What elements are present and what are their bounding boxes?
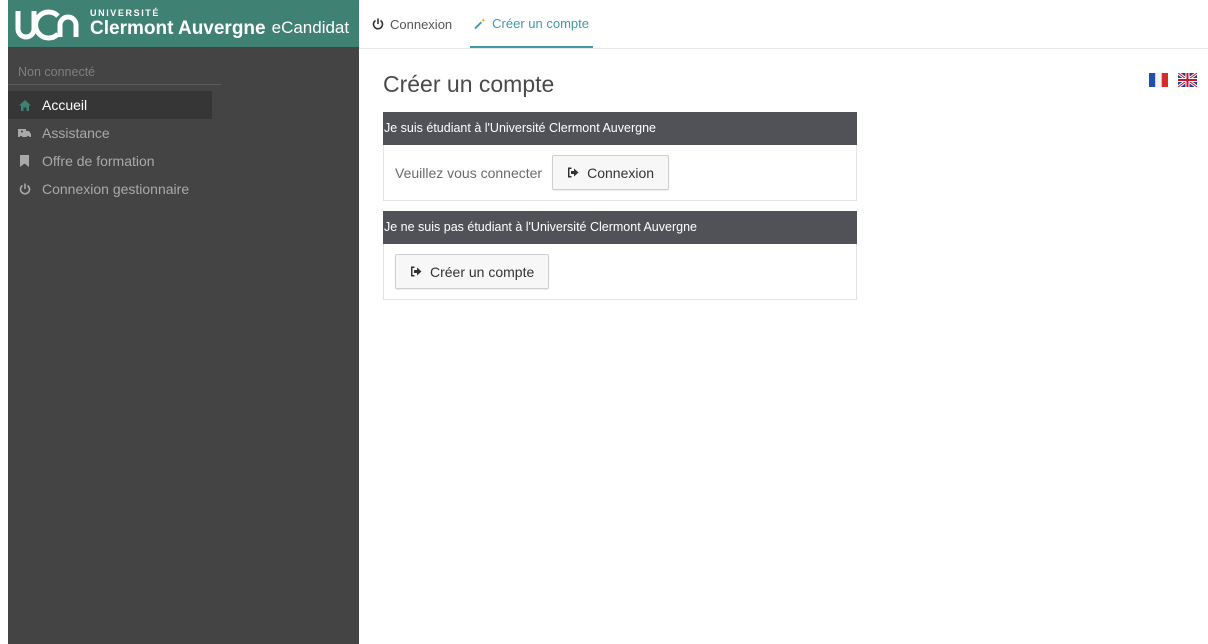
connexion-button[interactable]: Connexion (552, 155, 670, 190)
panel-external: Je ne suis pas étudiant à l'Université C… (383, 211, 857, 300)
tab-creer-un-compte[interactable]: Créer un compte (470, 0, 593, 48)
login-hint: Veuillez vous connecter (395, 164, 543, 181)
creer-un-compte-button[interactable]: Créer un compte (395, 254, 550, 289)
ambulance-icon (18, 127, 31, 140)
sidebar-item-offre-de-formation[interactable]: Offre de formation (8, 147, 212, 175)
fr-flag-icon[interactable] (1149, 73, 1168, 87)
sign-in-icon (567, 167, 579, 179)
power-icon (372, 18, 384, 30)
uca-logo (15, 9, 79, 40)
sidebar-item-label: Offre de formation (42, 153, 155, 169)
university-label: UNIVERSITÉ (90, 8, 161, 18)
page-title: Créer un compte (383, 71, 555, 97)
bookmark-icon (18, 155, 31, 168)
sidebar-item-connexion-gestionnaire[interactable]: Connexion gestionnaire (8, 175, 212, 203)
brand-header[interactable]: UNIVERSITÉ Clermont Auvergne eCandidat (8, 0, 359, 47)
sidebar-menu: Accueil Assistance Offre de formation Co… (8, 91, 359, 203)
panel-heading: Je ne suis pas étudiant à l'Université C… (383, 211, 857, 244)
panel-body: Veuillez vous connecter Connexion (384, 145, 856, 200)
tab-label: Connexion (390, 16, 453, 32)
tab-label: Créer un compte (492, 15, 589, 31)
en-flag-icon[interactable] (1178, 73, 1197, 87)
panel-student: Je suis étudiant à l'Université Clermont… (383, 112, 857, 201)
magic-wand-icon (474, 17, 486, 29)
language-switcher (1149, 73, 1197, 87)
page-edge (0, 0, 8, 644)
panel-body: Créer un compte (384, 244, 856, 299)
sign-in-icon (410, 266, 422, 278)
button-label: Connexion (587, 164, 655, 181)
brand-text: UNIVERSITÉ Clermont Auvergne (90, 8, 266, 39)
panel-heading: Je suis étudiant à l'Université Clermont… (383, 112, 857, 145)
sidebar-item-accueil[interactable]: Accueil (8, 91, 212, 119)
university-name: Clermont Auvergne (90, 18, 266, 39)
user-status: Non connecté (8, 47, 221, 85)
power-icon (18, 183, 31, 196)
sidebar-item-label: Assistance (42, 125, 110, 141)
app-name: eCandidat (271, 17, 350, 37)
main-content: Créer un compte Je suis étudiant à l'Uni… (383, 70, 857, 310)
home-icon (18, 99, 31, 112)
top-nav: Connexion Créer un compte (359, 0, 1208, 49)
sidebar: UNIVERSITÉ Clermont Auvergne eCandidat N… (8, 0, 359, 644)
tab-connexion[interactable]: Connexion (370, 0, 454, 48)
sidebar-item-label: Accueil (42, 97, 88, 113)
button-label: Créer un compte (430, 263, 535, 280)
sidebar-item-label: Connexion gestionnaire (42, 181, 190, 197)
sidebar-item-assistance[interactable]: Assistance (8, 119, 212, 147)
